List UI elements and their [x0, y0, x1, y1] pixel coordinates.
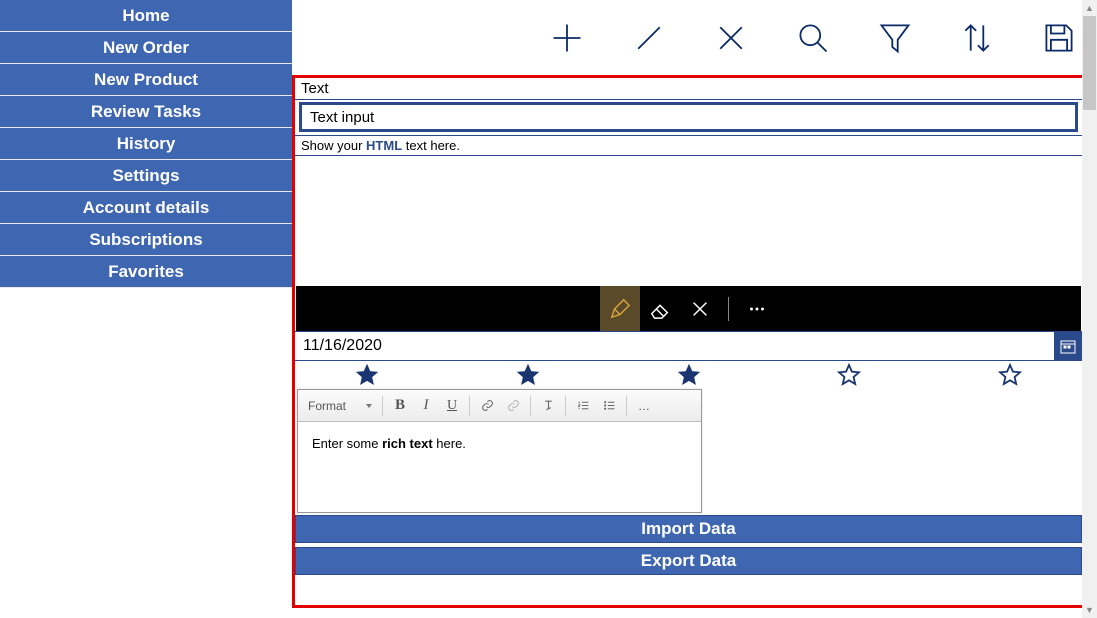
rte-sep [565, 396, 566, 416]
import-data-button[interactable]: Import Data [295, 515, 1082, 543]
rte-body-post: here. [433, 436, 466, 451]
html-hint-pre: Show your [301, 138, 366, 153]
star-2[interactable] [516, 363, 540, 387]
clear-signature[interactable] [680, 286, 720, 331]
rte-body[interactable]: Enter some rich text here. [298, 422, 701, 512]
scroll-down-arrow[interactable]: ▼ [1082, 602, 1097, 618]
rte-clear-format[interactable] [535, 394, 561, 418]
sidebar-item-new-product[interactable]: New Product [0, 64, 292, 96]
calendar-button[interactable] [1054, 332, 1082, 360]
search-icon[interactable] [793, 18, 833, 58]
top-toolbar [292, 0, 1097, 75]
html-hint: Show your HTML text here. [295, 135, 1082, 156]
date-input[interactable] [295, 332, 1054, 360]
html-preview-area [295, 156, 1082, 286]
sidebar-item-favorites[interactable]: Favorites [0, 256, 292, 288]
sidebar-item-account-details[interactable]: Account details [0, 192, 292, 224]
rte-toolbar: Format B I U [298, 390, 701, 422]
star-1[interactable] [355, 363, 379, 387]
rte-list-ol[interactable] [570, 394, 596, 418]
sidebar-item-home[interactable]: Home [0, 0, 292, 32]
more-signature-options[interactable] [737, 286, 777, 331]
rte-sep [382, 396, 383, 416]
rte-body-bold: rich text [382, 436, 433, 451]
date-row [295, 331, 1082, 361]
rte-italic[interactable]: I [413, 394, 439, 418]
vertical-scrollbar[interactable]: ▲ ▼ [1082, 0, 1097, 618]
rte-underline[interactable]: U [439, 394, 465, 418]
sidebar-item-settings[interactable]: Settings [0, 160, 292, 192]
sidebar-item-new-order[interactable]: New Order [0, 32, 292, 64]
rich-text-editor: Format B I U [297, 389, 702, 513]
signature-toolbar [296, 286, 1081, 331]
save-icon[interactable] [1039, 18, 1079, 58]
text-label: Text [295, 78, 1082, 100]
rte-bold[interactable]: B [387, 394, 413, 418]
sidebar-item-review-tasks[interactable]: Review Tasks [0, 96, 292, 128]
text-input[interactable] [299, 102, 1078, 132]
star-3[interactable] [677, 363, 701, 387]
close-icon[interactable] [711, 18, 751, 58]
edit-icon[interactable] [629, 18, 669, 58]
sidebar-item-subscriptions[interactable]: Subscriptions [0, 224, 292, 256]
eraser-tool[interactable] [640, 286, 680, 331]
rating-control[interactable] [295, 361, 1082, 389]
sort-icon[interactable] [957, 18, 997, 58]
scroll-thumb[interactable] [1083, 16, 1096, 110]
content-panel: Text Show your HTML text here. [292, 75, 1085, 608]
rte-unlink[interactable] [500, 394, 526, 418]
sidebar: Home New Order New Product Review Tasks … [0, 0, 292, 618]
scroll-up-arrow[interactable]: ▲ [1082, 0, 1097, 16]
export-data-button[interactable]: Export Data [295, 547, 1082, 575]
rte-body-pre: Enter some [312, 436, 382, 451]
add-icon[interactable] [547, 18, 587, 58]
signature-divider [728, 297, 729, 321]
rte-more[interactable]: … [631, 394, 657, 418]
filter-icon[interactable] [875, 18, 915, 58]
bottom-buttons: Import Data Export Data [295, 515, 1082, 575]
rte-sep [530, 396, 531, 416]
html-hint-link[interactable]: HTML [366, 138, 402, 153]
rte-link[interactable] [474, 394, 500, 418]
star-5[interactable] [998, 363, 1022, 387]
pen-tool[interactable] [600, 286, 640, 331]
rte-sep [469, 396, 470, 416]
rte-format-dropdown[interactable]: Format [302, 394, 378, 418]
star-4[interactable] [837, 363, 861, 387]
sidebar-item-history[interactable]: History [0, 128, 292, 160]
rte-list-ul[interactable] [596, 394, 622, 418]
html-hint-post: text here. [402, 138, 460, 153]
rte-sep [626, 396, 627, 416]
